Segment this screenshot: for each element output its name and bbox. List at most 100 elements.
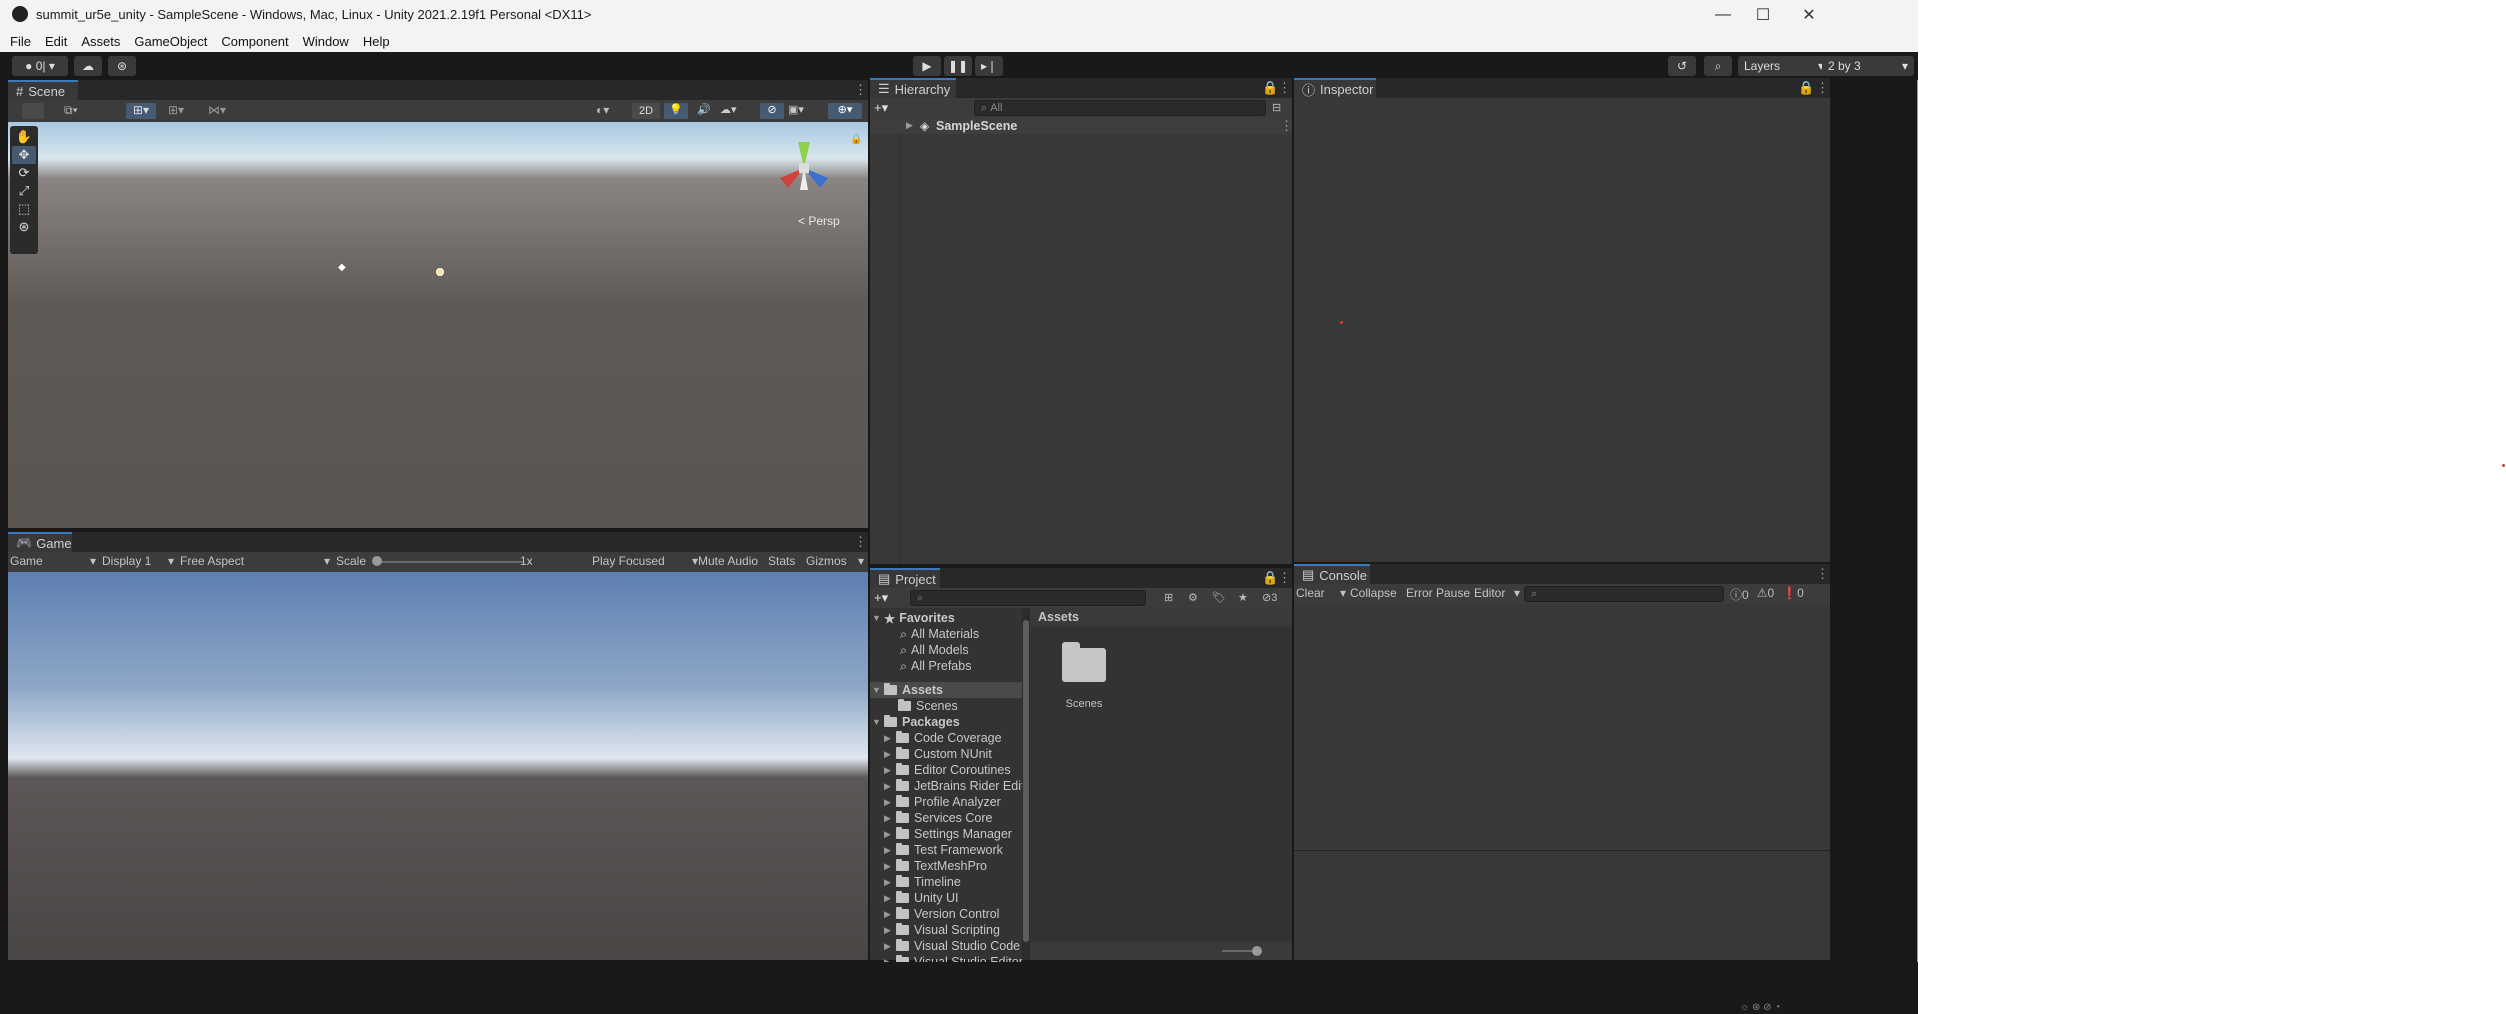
tab-console[interactable]: ▤ Console <box>1294 564 1370 584</box>
undo-history-icon[interactable]: ↺ <box>1668 56 1696 76</box>
content-breadcrumb[interactable]: Assets <box>1030 608 1292 626</box>
effects-icon[interactable]: ☁▾ <box>720 103 754 119</box>
favorite-item[interactable]: ⌕ All Materials <box>900 626 979 642</box>
lighting-icon[interactable]: 💡 <box>664 103 688 119</box>
console-more-icon[interactable]: ⋮ <box>1816 566 1829 582</box>
expand-arrow-icon[interactable]: ▶ <box>884 829 896 840</box>
tab-game[interactable]: 🎮 Game <box>8 532 72 552</box>
expand-arrow-icon[interactable]: ▶ <box>906 120 913 131</box>
expand-arrow-icon[interactable]: ▶ <box>884 941 896 952</box>
expand-arrow-icon[interactable]: ▶ <box>884 765 896 776</box>
expand-arrow-icon[interactable]: ▶ <box>884 861 896 872</box>
asset-folder-label[interactable]: Scenes <box>1054 698 1114 710</box>
lock-icon[interactable]: 🔒 <box>1262 570 1278 586</box>
network-icon[interactable]: ⊘ <box>1763 1002 1771 1013</box>
game-view-select[interactable]: Game ▾ <box>10 554 96 568</box>
orientation-gizmo[interactable] <box>772 136 836 200</box>
gizmo-center-cube[interactable] <box>799 163 809 173</box>
collab-icon[interactable]: ⊛ <box>108 56 136 76</box>
expand-arrow-icon[interactable]: ▶ <box>884 781 896 792</box>
inspector-more-icon[interactable]: ⋮ <box>1816 80 1829 96</box>
scene-more-icon[interactable]: ⋮ <box>854 82 867 98</box>
tab-hierarchy[interactable]: ☰ Hierarchy <box>870 78 956 98</box>
tab-inspector[interactable]: ⓘ Inspector <box>1294 78 1376 98</box>
favorites-header[interactable]: ▼ ★ Favorites <box>872 610 955 626</box>
light-gizmo-icon[interactable] <box>436 268 444 276</box>
draw-mode-icon[interactable] <box>22 103 44 119</box>
package-folder-row[interactable]: ▶ Settings Manager <box>884 826 1012 842</box>
expand-arrow-icon[interactable]: ▶ <box>884 845 896 856</box>
hierarchy-more-icon[interactable]: ⋮ <box>1278 80 1291 96</box>
project-more-icon[interactable]: ⋮ <box>1278 570 1291 586</box>
game-more-icon[interactable]: ⋮ <box>854 534 867 550</box>
scene-visibility-icon[interactable]: ⊟ <box>1272 101 1281 114</box>
cloud-icon[interactable]: ☁ <box>74 56 102 76</box>
package-folder-row[interactable]: ▶ Custom NUnit <box>884 746 992 762</box>
scale-tool-icon[interactable]: ⤢ <box>12 182 36 200</box>
folder-row[interactable]: Scenes <box>898 698 958 714</box>
console-search-input[interactable]: ⌕ <box>1524 586 1724 602</box>
packages-folder-row[interactable]: ▼ Packages <box>872 714 960 730</box>
rotate-tool-icon[interactable]: ⟳ <box>12 164 36 182</box>
package-folder-row[interactable]: ▶ Version Control <box>884 906 999 922</box>
favorite-item[interactable]: ⌕ All Prefabs <box>900 658 971 674</box>
display-select[interactable]: Display 1 ▾ <box>102 554 174 568</box>
favorite-item[interactable]: ⌕ All Models <box>900 642 969 658</box>
menu-file[interactable]: File <box>10 34 31 49</box>
step-button[interactable]: ▸❘ <box>975 56 1003 76</box>
menu-window[interactable]: Window <box>303 34 349 49</box>
move-snap-icon[interactable]: ⊞▾ <box>126 103 156 119</box>
play-button[interactable]: ▶ <box>913 56 941 76</box>
package-folder-row[interactable]: ▶ Code Coverage <box>884 730 1002 746</box>
close-button[interactable]: ✕ <box>1786 0 1832 30</box>
tab-scene[interactable]: # Scene <box>8 80 78 100</box>
grid-snap-icon[interactable]: ⊞▾ <box>168 103 198 119</box>
expand-arrow-icon[interactable]: ▼ <box>872 717 884 727</box>
expand-arrow-icon[interactable]: ▶ <box>884 749 896 760</box>
package-folder-row[interactable]: ▶ Timeline <box>884 874 961 890</box>
package-folder-row[interactable]: ▶ Test Framework <box>884 842 1003 858</box>
collapse-toggle[interactable]: Collapse <box>1350 586 1397 600</box>
expand-arrow-icon[interactable]: ▶ <box>884 797 896 808</box>
expand-arrow-icon[interactable]: ▶ <box>884 813 896 824</box>
tree-scrollbar-thumb[interactable] <box>1023 620 1029 942</box>
layers-dropdown[interactable]: Layers ▾ <box>1738 56 1830 76</box>
expand-arrow-icon[interactable]: ▶ <box>884 877 896 888</box>
expand-arrow-icon[interactable]: ▼ <box>872 685 884 695</box>
log-counter[interactable]: ⓘ0 <box>1730 586 1749 603</box>
hand-tool-icon[interactable]: ✋ <box>12 128 36 146</box>
scale-slider-thumb[interactable] <box>372 556 382 566</box>
tab-project[interactable]: ▤ Project <box>870 568 940 588</box>
lock-icon[interactable]: 🔒 <box>850 134 862 145</box>
account-dropdown[interactable]: ● 0| ▾ <box>12 56 68 76</box>
star-icon[interactable]: ★ <box>1238 591 1248 604</box>
shading-mode-icon[interactable]: ◐▾ <box>596 103 630 119</box>
layout-dropdown[interactable]: 2 by 3 ▾ <box>1822 56 1914 76</box>
notification-icon[interactable]: ◔ <box>1774 1002 1780 1013</box>
assets-folder-row[interactable]: ▼ Assets <box>870 682 1024 698</box>
error-counter[interactable]: ❗0 <box>1782 586 1804 603</box>
asset-folder-tile[interactable] <box>1060 642 1108 682</box>
hidden-packages-icon[interactable]: ⊘3 <box>1262 591 1277 604</box>
hierarchy-row[interactable]: ▶ ◈ SampleScene ⋮ <box>870 118 1293 134</box>
label-icon[interactable]: 🏷 <box>1212 591 1226 604</box>
rect-tool-icon[interactable]: ⬚ <box>12 200 36 218</box>
package-folder-row[interactable]: ▶ Editor Coroutines <box>884 762 1011 778</box>
menu-edit[interactable]: Edit <box>45 34 67 49</box>
error-pause-toggle[interactable]: Error Pause <box>1406 586 1470 600</box>
package-folder-row[interactable]: ▶ TextMeshPro <box>884 858 987 874</box>
hierarchy-search-input[interactable]: ⌕ All <box>974 100 1266 116</box>
tree-scrollbar[interactable] <box>1022 608 1030 960</box>
gizmos-select[interactable]: Gizmos ▾ <box>806 554 868 568</box>
auto-generate-lighting-icon[interactable]: ☼ <box>1740 1002 1749 1013</box>
filter-type-icon[interactable]: ⚙ <box>1188 591 1198 604</box>
search-icon[interactable]: ⌕ <box>1704 56 1732 76</box>
mute-audio-toggle[interactable]: Mute Audio <box>698 554 758 568</box>
increment-snap-icon[interactable]: ⋈▾ <box>208 103 238 119</box>
2d-toggle[interactable]: 2D <box>632 103 660 119</box>
expand-arrow-icon[interactable]: ▶ <box>884 925 896 936</box>
search-by-type-icon[interactable]: ⊞ <box>1164 591 1173 604</box>
persp-label[interactable]: < Persp <box>798 214 840 228</box>
package-folder-row[interactable]: ▶ Visual Scripting <box>884 922 1000 938</box>
expand-arrow-icon[interactable]: ▶ <box>884 733 896 744</box>
